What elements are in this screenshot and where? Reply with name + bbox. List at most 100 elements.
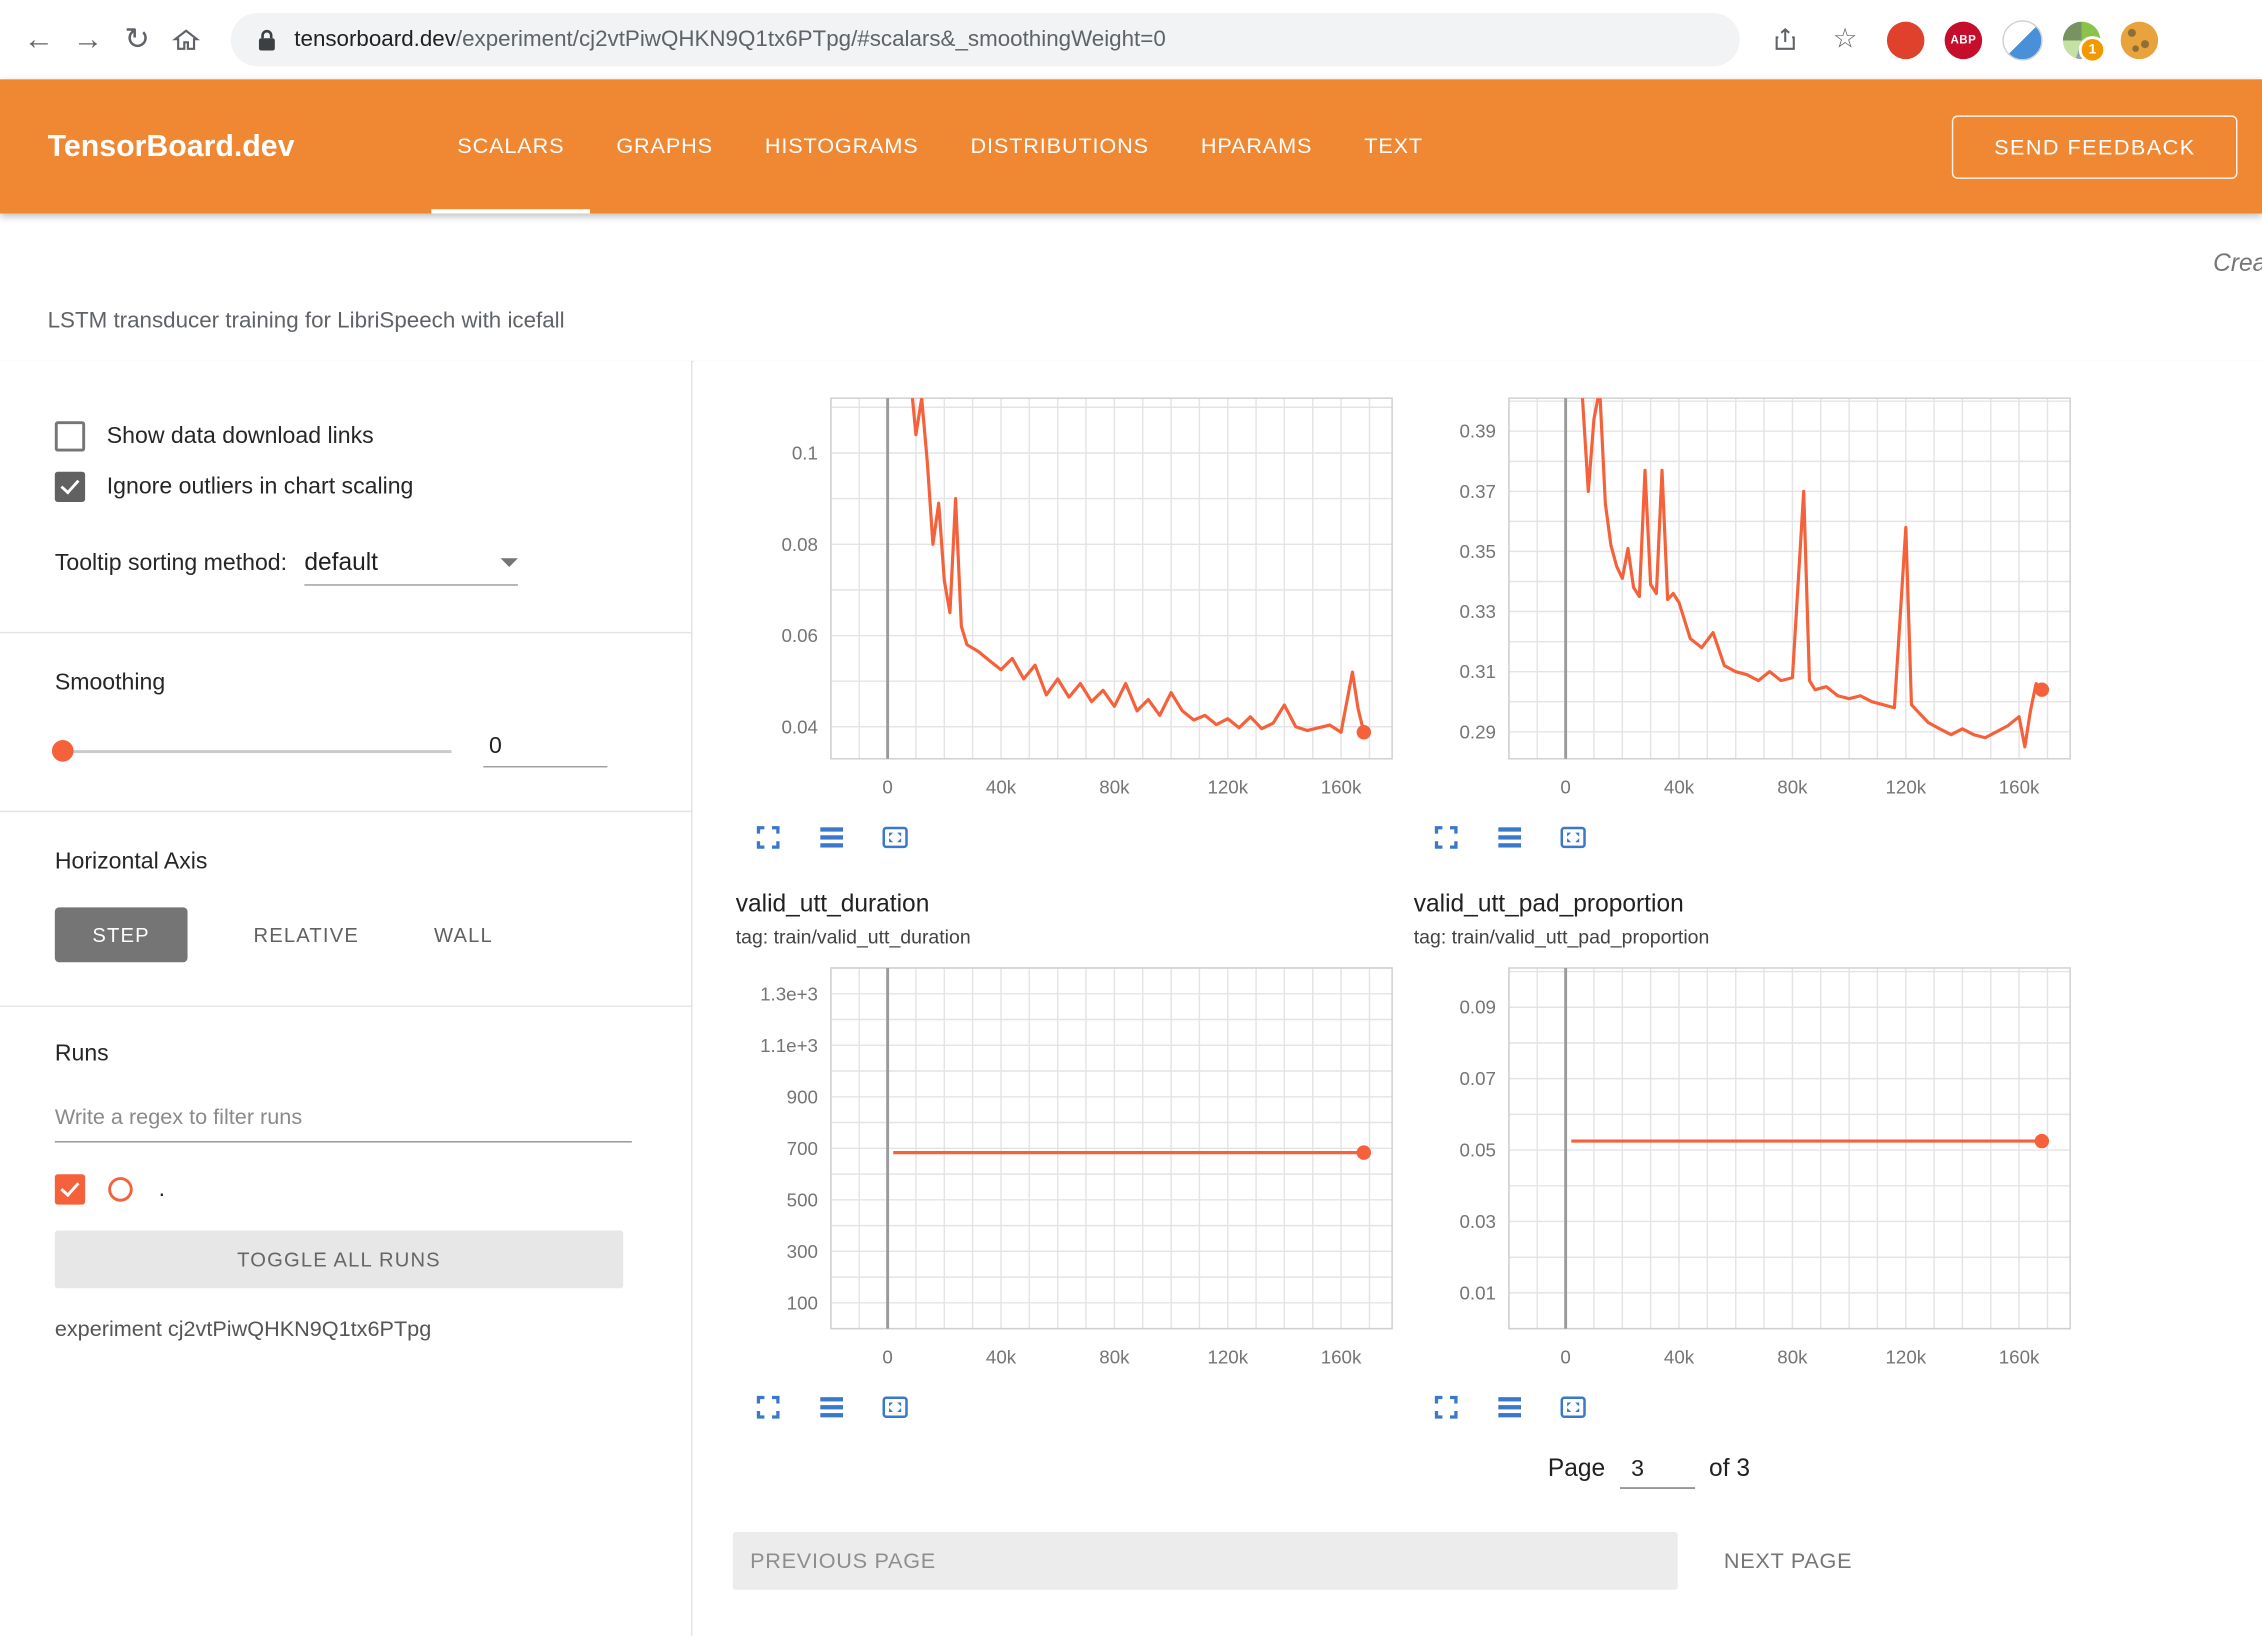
chart-tag: tag: train/valid_utt_pad_proportion xyxy=(1411,926,2089,948)
svg-text:0.33: 0.33 xyxy=(1459,601,1496,622)
fit-to-data-icon[interactable] xyxy=(880,822,910,852)
chart-1-actions xyxy=(753,822,1411,852)
svg-text:120k: 120k xyxy=(1885,776,1926,797)
ignore-outliers-checkbox[interactable] xyxy=(55,472,85,502)
lines-icon[interactable] xyxy=(817,1392,847,1422)
svg-text:120k: 120k xyxy=(1885,1346,1926,1367)
chart-card-2: 0.290.310.330.350.370.39040k80k120k160k xyxy=(1411,378,2089,853)
svg-text:0.01: 0.01 xyxy=(1459,1282,1496,1303)
address-bar[interactable]: tensorboard.dev/experiment/cj2vtPiwQHKN9… xyxy=(231,13,1740,66)
lines-icon[interactable] xyxy=(817,822,847,852)
svg-text:40k: 40k xyxy=(1664,776,1695,797)
tooltip-sorting-value: default xyxy=(304,548,378,577)
ignore-outliers-label: Ignore outliers in chart scaling xyxy=(107,474,414,500)
svg-text:80k: 80k xyxy=(1099,1346,1130,1367)
page-of-label: of 3 xyxy=(1709,1454,1750,1483)
fullscreen-icon[interactable] xyxy=(1431,822,1461,852)
toggle-all-runs-button[interactable]: TOGGLE ALL RUNS xyxy=(55,1231,623,1289)
app-header: TensorBoard.dev SCALARS GRAPHS HISTOGRAM… xyxy=(0,79,2262,213)
tooltip-sorting-row: Tooltip sorting method: default xyxy=(55,548,636,586)
abp-label: ABP xyxy=(1951,33,1977,46)
show-download-links-row[interactable]: Show data download links xyxy=(55,421,636,451)
bookmark-star-icon[interactable]: ☆ xyxy=(1823,18,1866,61)
settings-sidebar: Show data download links Ignore outliers… xyxy=(0,361,692,1636)
extension-icon-half-circle[interactable] xyxy=(2002,19,2042,59)
smoothing-label: Smoothing xyxy=(55,671,636,697)
share-icon[interactable] xyxy=(1763,18,1806,61)
scalar-chart-1[interactable]: 0.040.060.080.1040k80k120k160k xyxy=(733,390,1411,817)
fit-to-data-icon[interactable] xyxy=(1558,822,1588,852)
reload-icon[interactable]: ↻ xyxy=(113,15,162,64)
fullscreen-icon[interactable] xyxy=(1431,1392,1461,1422)
scalar-chart-2[interactable]: 0.290.310.330.350.370.39040k80k120k160k xyxy=(1411,390,2089,817)
svg-text:300: 300 xyxy=(787,1241,818,1262)
axis-step-button[interactable]: STEP xyxy=(55,907,187,962)
tab-hparams[interactable]: HPARAMS xyxy=(1175,79,1338,213)
runs-filter-input[interactable] xyxy=(55,1105,632,1143)
chart-card-1: 0.040.060.080.1040k80k120k160k xyxy=(733,378,1411,853)
run-color-swatch-icon xyxy=(108,1177,133,1202)
axis-wall-button[interactable]: WALL xyxy=(425,922,501,948)
extension-icon-cookie[interactable] xyxy=(2121,21,2159,59)
ignore-outliers-row[interactable]: Ignore outliers in chart scaling xyxy=(55,472,636,502)
tooltip-sorting-label: Tooltip sorting method: xyxy=(55,551,287,577)
svg-text:0.39: 0.39 xyxy=(1459,421,1496,442)
show-download-links-checkbox[interactable] xyxy=(55,421,85,451)
chart-2-actions xyxy=(1431,822,2089,852)
svg-text:1.3e+3: 1.3e+3 xyxy=(760,983,818,1004)
chart-grid: 0.040.060.080.1040k80k120k160k 0.290.310… xyxy=(694,361,2262,1423)
svg-text:0.09: 0.09 xyxy=(1459,997,1496,1018)
tab-distributions[interactable]: DISTRIBUTIONS xyxy=(945,79,1175,213)
forward-icon[interactable]: → xyxy=(63,15,112,64)
svg-text:700: 700 xyxy=(787,1138,818,1159)
extension-icon-blocker[interactable] xyxy=(1887,21,1925,59)
fit-to-data-icon[interactable] xyxy=(1558,1392,1588,1422)
fullscreen-icon[interactable] xyxy=(753,1392,783,1422)
svg-text:0.05: 0.05 xyxy=(1459,1140,1496,1161)
page-number-input[interactable] xyxy=(1620,1457,1695,1489)
lines-icon[interactable] xyxy=(1495,822,1525,852)
scalar-chart-3[interactable]: 1003005007009001.1e+31.3e+3040k80k120k16… xyxy=(733,959,1411,1386)
home-icon[interactable] xyxy=(162,15,211,64)
run-checkbox[interactable] xyxy=(55,1174,85,1204)
svg-text:0.31: 0.31 xyxy=(1459,661,1496,682)
run-list-item[interactable]: . xyxy=(55,1174,636,1204)
svg-text:80k: 80k xyxy=(1777,776,1808,797)
extension-icon-abp[interactable]: ABP xyxy=(1945,21,1983,59)
tab-graphs[interactable]: GRAPHS xyxy=(590,79,739,213)
fit-to-data-icon[interactable] xyxy=(880,1392,910,1422)
axis-relative-button[interactable]: RELATIVE xyxy=(245,922,368,948)
svg-text:1.1e+3: 1.1e+3 xyxy=(760,1035,818,1056)
back-icon[interactable]: ← xyxy=(14,15,63,64)
svg-text:0.04: 0.04 xyxy=(781,716,818,737)
svg-text:120k: 120k xyxy=(1207,1346,1248,1367)
smoothing-value-input[interactable] xyxy=(483,734,607,767)
profile-avatar[interactable]: 1 xyxy=(2063,21,2101,59)
page-buttons: PREVIOUS PAGE NEXT PAGE xyxy=(733,1532,2262,1590)
runs-label: Runs xyxy=(55,1042,636,1068)
tab-scalars[interactable]: SCALARS xyxy=(431,79,590,213)
svg-text:40k: 40k xyxy=(986,776,1017,797)
tooltip-sorting-dropdown[interactable]: default xyxy=(304,548,518,586)
chart-4-actions xyxy=(1431,1392,2089,1422)
send-feedback-button[interactable]: SEND FEEDBACK xyxy=(1952,115,2237,178)
next-page-button[interactable]: NEXT PAGE xyxy=(1715,1547,1861,1574)
fullscreen-icon[interactable] xyxy=(753,822,783,852)
show-download-links-label: Show data download links xyxy=(107,423,374,449)
browser-toolbar: ← → ↻ tensorboard.dev/experiment/cj2vtPi… xyxy=(0,0,2262,79)
experiment-description: LSTM transducer training for LibriSpeech… xyxy=(48,309,565,335)
smoothing-slider[interactable] xyxy=(55,749,452,752)
scalar-chart-4[interactable]: 0.010.030.050.070.09040k80k120k160k xyxy=(1411,959,2089,1386)
tab-text[interactable]: TEXT xyxy=(1338,79,1449,213)
notification-badge: 1 xyxy=(2079,35,2106,62)
svg-text:120k: 120k xyxy=(1207,776,1248,797)
tab-histograms[interactable]: HISTOGRAMS xyxy=(739,79,945,213)
lines-icon[interactable] xyxy=(1495,1392,1525,1422)
previous-page-button[interactable]: PREVIOUS PAGE xyxy=(733,1532,1678,1590)
svg-text:0: 0 xyxy=(882,1346,892,1367)
svg-text:0: 0 xyxy=(1560,1346,1570,1367)
page: ← → ↻ tensorboard.dev/experiment/cj2vtPi… xyxy=(0,0,2262,1636)
chart-card-3: valid_utt_duration tag: train/valid_utt_… xyxy=(733,890,1411,1422)
nav-tabs: SCALARS GRAPHS HISTOGRAMS DISTRIBUTIONS … xyxy=(431,79,1449,213)
smoothing-slider-thumb[interactable] xyxy=(52,739,74,761)
